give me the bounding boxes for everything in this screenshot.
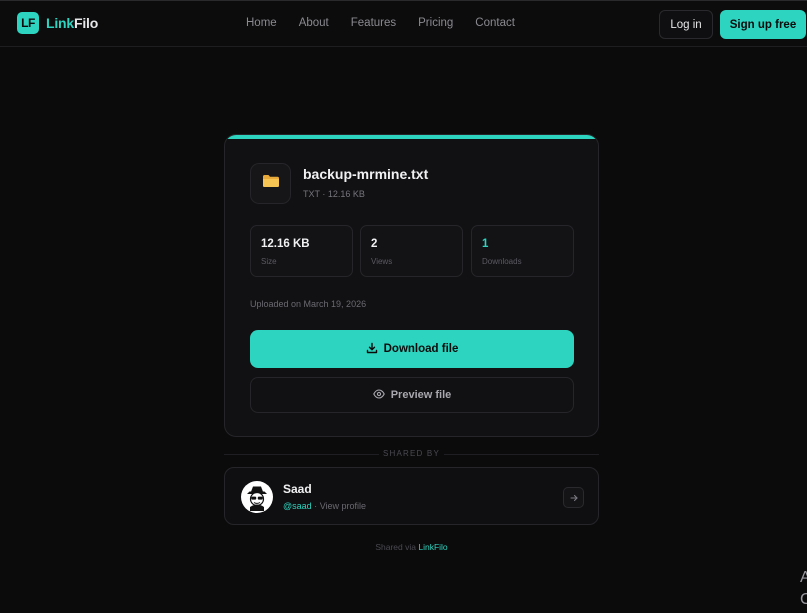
owner-subline: @saad · View profile bbox=[283, 501, 366, 511]
signup-button[interactable]: Sign up free bbox=[720, 10, 806, 39]
stat-size-label: Size bbox=[261, 257, 277, 266]
preview-button[interactable]: Preview file bbox=[250, 377, 574, 413]
view-profile-link[interactable]: View profile bbox=[320, 501, 366, 511]
stat-size-value: 12.16 KB bbox=[261, 238, 310, 250]
file-name: backup-mrmine.txt bbox=[303, 166, 429, 182]
brand-name-part2: Filo bbox=[73, 15, 99, 31]
stat-views-label: Views bbox=[371, 257, 393, 266]
top-nav-bar: LF LinkFilo Home About Features Pricing … bbox=[0, 0, 807, 47]
eye-icon bbox=[372, 388, 385, 402]
download-button[interactable]: Download file bbox=[250, 330, 574, 368]
brand-name-part1: Link bbox=[46, 15, 74, 31]
nav-link-contact[interactable]: Contact bbox=[475, 17, 515, 29]
file-meta: TXT · 12.16 KB bbox=[303, 189, 365, 199]
owner-card[interactable]: Saad @saad · View profile bbox=[224, 467, 599, 525]
owner-handle: @saad bbox=[283, 501, 312, 511]
nav-link-home[interactable]: Home bbox=[246, 17, 277, 29]
stat-downloads-label: Downloads bbox=[482, 257, 522, 266]
stat-downloads-value: 1 bbox=[482, 238, 489, 250]
footer-text: Shared via bbox=[375, 542, 416, 552]
edge-clipped-text: A C bbox=[800, 567, 807, 611]
brand-logo[interactable]: LF LinkFilo bbox=[17, 12, 98, 34]
download-button-label: Download file bbox=[383, 343, 459, 355]
avatar-icon bbox=[247, 486, 267, 511]
card-accent-bar bbox=[225, 135, 598, 139]
brand-name: LinkFilo bbox=[46, 15, 98, 31]
file-card: backup-mrmine.txt TXT · 12.16 KB 12.16 K… bbox=[224, 134, 599, 437]
upload-date: Uploaded on March 19, 2026 bbox=[250, 299, 367, 309]
nav-link-about[interactable]: About bbox=[299, 17, 329, 29]
file-icon-box bbox=[250, 163, 291, 204]
avatar bbox=[241, 481, 273, 513]
owner-sep: · bbox=[314, 501, 318, 511]
footer-credit: Shared via LinkFilo bbox=[224, 542, 599, 552]
login-button[interactable]: Log in bbox=[659, 10, 713, 39]
logo-mark-icon: LF bbox=[17, 12, 39, 34]
shared-by-heading: SHARED BY bbox=[382, 449, 441, 458]
main-nav: Home About Features Pricing Contact bbox=[246, 17, 537, 29]
nav-link-pricing[interactable]: Pricing bbox=[418, 17, 453, 29]
edge-text-line1: A bbox=[800, 569, 807, 586]
stat-size: 12.16 KB Size bbox=[250, 225, 353, 277]
stat-views: 2 Views bbox=[360, 225, 463, 277]
download-icon bbox=[366, 342, 378, 357]
preview-button-label: Preview file bbox=[390, 389, 452, 401]
owner-name: Saad bbox=[283, 482, 312, 496]
nav-link-features[interactable]: Features bbox=[351, 17, 396, 29]
stat-views-value: 2 bbox=[371, 238, 378, 250]
stat-downloads: 1 Downloads bbox=[471, 225, 574, 277]
footer-brand-link[interactable]: LinkFilo bbox=[418, 542, 447, 552]
edge-text-line2: C bbox=[800, 591, 807, 608]
arrow-right-icon[interactable] bbox=[563, 487, 584, 508]
folder-icon bbox=[262, 174, 280, 193]
